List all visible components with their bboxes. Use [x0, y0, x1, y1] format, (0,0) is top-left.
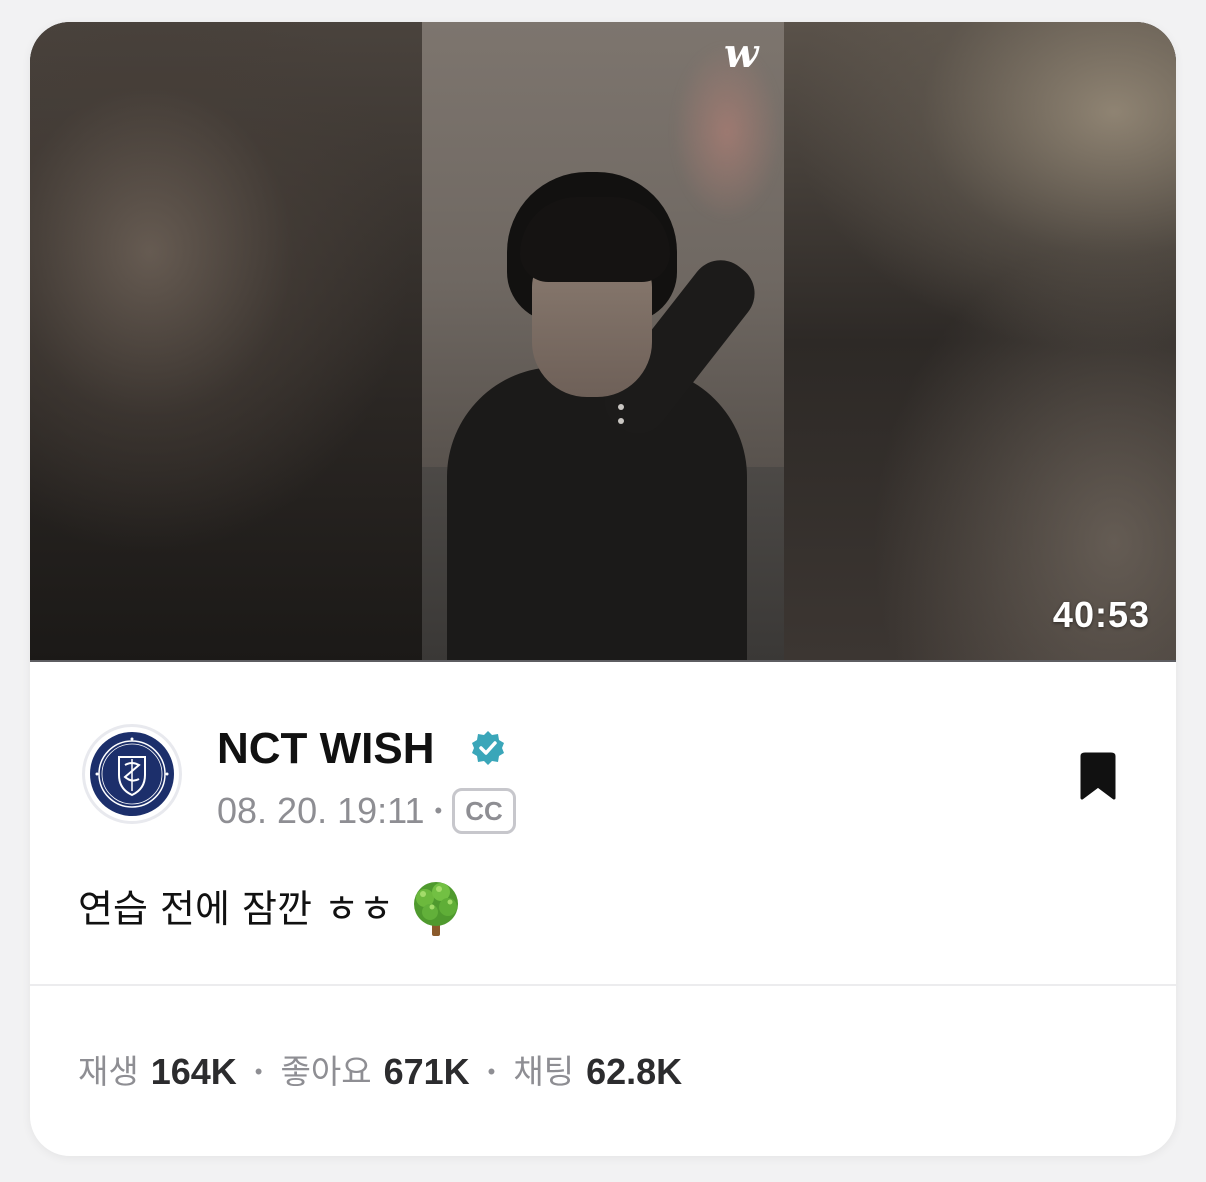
- cc-badge: CC: [452, 788, 516, 834]
- post-meta: 08. 20. 19:11 • CC: [217, 786, 516, 836]
- thumbnail-blur-right: [784, 22, 1176, 662]
- post-date: 08. 20. 19:11: [217, 790, 425, 831]
- deciduous-tree-emoji: [413, 882, 458, 936]
- video-post-card[interactable]: w 40:53 NCT WISH 08. 20. 19:11 • CC 연습 전…: [30, 22, 1176, 1156]
- stats-separator: •: [254, 1059, 263, 1084]
- divider: [30, 984, 1176, 986]
- chats-count: 62.8K: [586, 1051, 683, 1092]
- likes-label: 좋아요: [280, 1052, 372, 1091]
- meta-separator: •: [434, 798, 443, 823]
- stats-separator: •: [487, 1059, 496, 1084]
- bookmark-icon[interactable]: [1076, 752, 1120, 802]
- thumbnail-blur-left: [30, 22, 422, 662]
- video-frame: [422, 22, 784, 662]
- video-thumbnail[interactable]: w 40:53: [30, 22, 1176, 662]
- video-duration: 40:53: [1052, 594, 1150, 635]
- post-stats: 재생 164K • 좋아요 671K • 채팅 62.8K: [78, 1050, 682, 1094]
- channel-name[interactable]: NCT WISH: [217, 724, 435, 774]
- nct-wish-crest-icon: [90, 732, 174, 816]
- plays-count: 164K: [150, 1051, 237, 1092]
- post-caption: 연습 전에 잠깐 ㅎㅎ: [78, 880, 464, 938]
- caption-text: 연습 전에 잠깐 ㅎㅎ: [78, 887, 394, 931]
- weverse-logo: w: [724, 30, 759, 77]
- plays-label: 재생: [78, 1052, 139, 1091]
- verified-badge-icon: [472, 731, 504, 765]
- chats-label: 채팅: [513, 1052, 575, 1091]
- video-progress-bar: [30, 660, 1176, 662]
- likes-count: 671K: [383, 1051, 470, 1092]
- avatar[interactable]: [82, 724, 182, 824]
